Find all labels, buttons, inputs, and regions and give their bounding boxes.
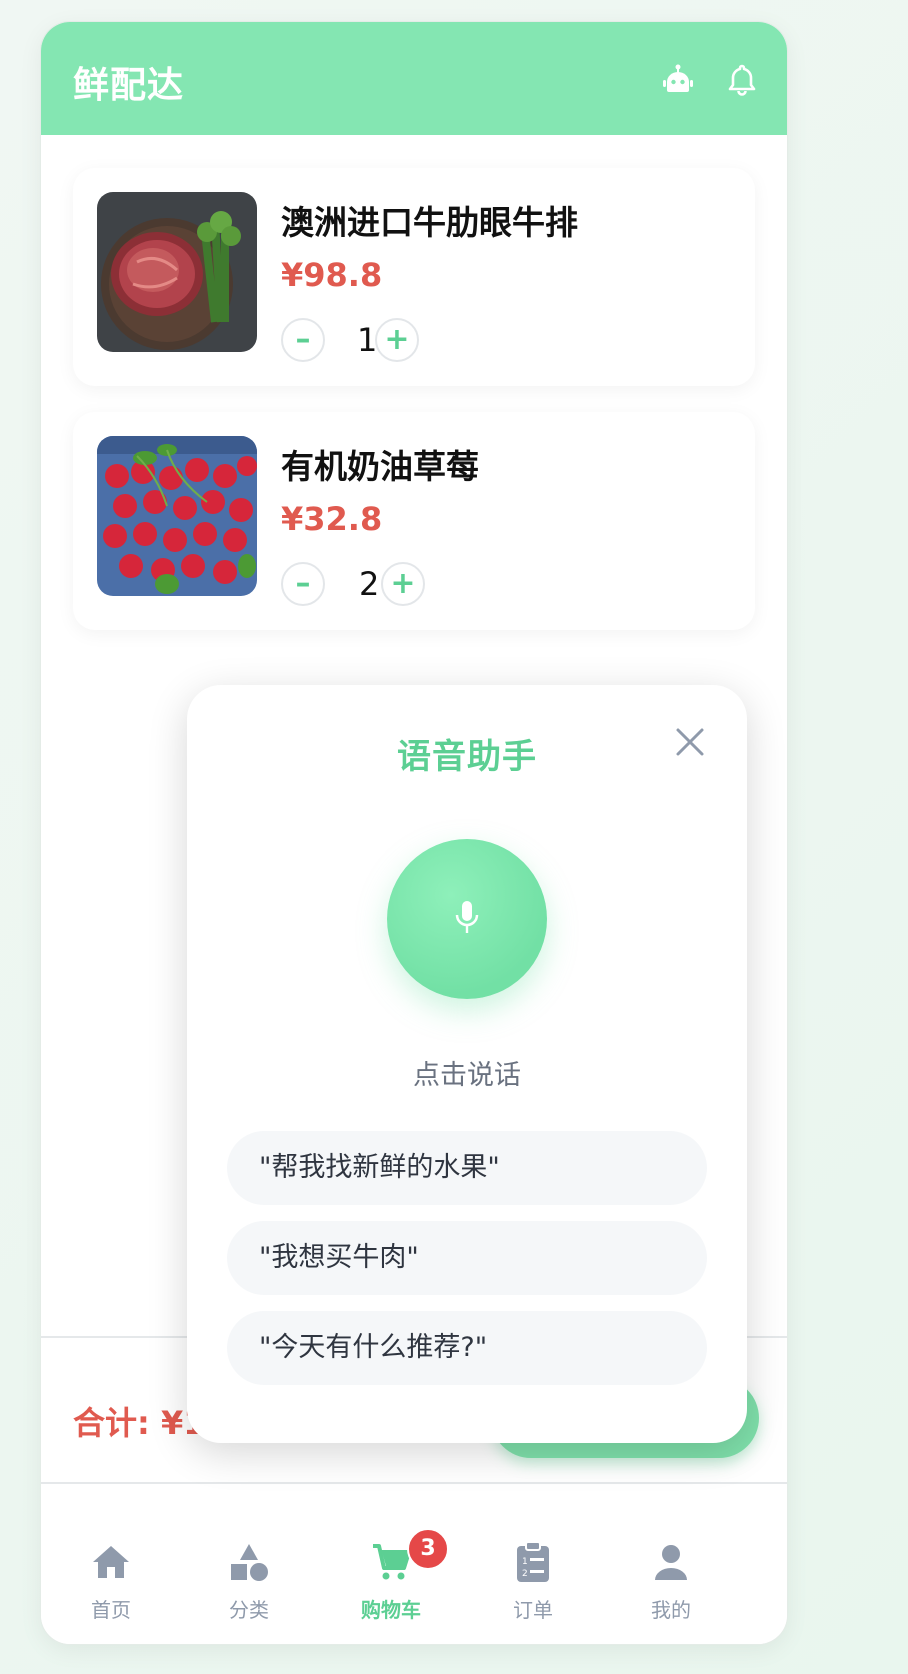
nav-item-category[interactable]: 分类 — [189, 1540, 309, 1623]
nav-label: 分类 — [229, 1598, 269, 1622]
nav-label: 购物车 — [361, 1598, 421, 1622]
microphone-icon — [455, 901, 479, 933]
cart-item-card: 澳洲进口牛肋眼牛排 ¥98.8 – 1 + — [73, 168, 755, 386]
suggestion-chip[interactable]: "今天有什么推荐?" — [227, 1311, 707, 1385]
voice-assistant-modal: 语音助手 点击说话 "帮我找新鲜的水果" "我想买牛肉" "今天有什么推荐?" — [187, 685, 747, 1443]
nav-item-profile[interactable]: 我的 — [611, 1540, 731, 1623]
bell-icon[interactable] — [725, 62, 759, 96]
robot-icon[interactable] — [661, 62, 695, 96]
tap-to-speak-hint: 点击说话 — [413, 1060, 521, 1091]
cart-item-card: 有机奶油草莓 ¥32.8 – 2 + — [73, 412, 755, 630]
cart-total: 合计: ¥1 — [73, 1404, 206, 1442]
strawberry-image — [97, 436, 257, 596]
suggestion-chip[interactable]: "我想买牛肉" — [227, 1221, 707, 1295]
product-name: 有机奶油草莓 — [281, 447, 479, 486]
decrease-quantity-button[interactable]: – — [281, 318, 325, 362]
category-icon — [231, 1544, 268, 1581]
orders-icon: 1 2 — [517, 1541, 549, 1582]
modal-title: 语音助手 — [397, 737, 537, 777]
nav-item-cart[interactable]: 3 购物车 — [331, 1528, 451, 1623]
product-price: ¥32.8 — [281, 500, 383, 538]
microphone-button[interactable] — [387, 839, 547, 999]
nav-label: 订单 — [513, 1598, 553, 1622]
quantity-value: 2 — [359, 565, 380, 603]
nav-label: 首页 — [91, 1598, 131, 1622]
profile-icon — [655, 1545, 687, 1580]
app-title: 鲜配达 — [73, 65, 185, 106]
cart-count-badge: 3 — [407, 1528, 449, 1570]
increase-quantity-button[interactable]: + — [375, 318, 419, 362]
bottom-nav: 首页 分类 3 购物车 1 2 订单 我的 — [41, 1484, 787, 1644]
increase-quantity-button[interactable]: + — [381, 562, 425, 606]
product-price: ¥98.8 — [281, 256, 383, 294]
nav-label: 我的 — [651, 1598, 691, 1622]
nav-item-home[interactable]: 首页 — [51, 1540, 171, 1623]
steak-image — [97, 192, 257, 352]
svg-text:2: 2 — [522, 1569, 528, 1579]
svg-text:1: 1 — [522, 1557, 528, 1567]
app-header: 鲜配达 — [41, 22, 787, 135]
product-name: 澳洲进口牛肋眼牛排 — [281, 203, 578, 242]
decrease-quantity-button[interactable]: – — [281, 562, 325, 606]
close-icon[interactable] — [671, 723, 709, 761]
nav-item-orders[interactable]: 1 2 订单 — [473, 1540, 593, 1623]
home-icon — [93, 1546, 129, 1578]
suggestion-chip[interactable]: "帮我找新鲜的水果" — [227, 1131, 707, 1205]
